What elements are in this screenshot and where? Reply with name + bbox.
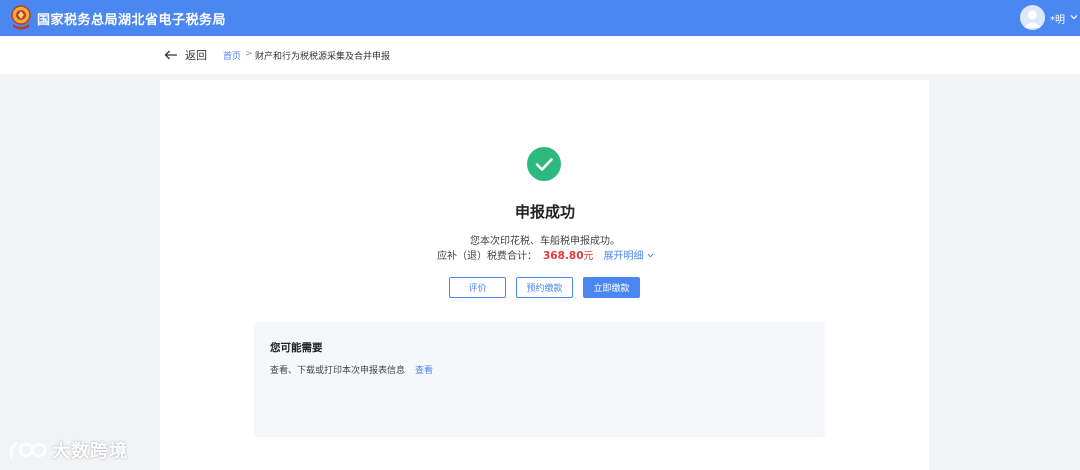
watermark: 大数跨境 [8, 437, 128, 463]
chevron-down-icon[interactable] [1070, 13, 1078, 21]
back-label: 返回 [185, 49, 207, 62]
result-description: 您本次印花税、车船税申报成功。 [470, 236, 620, 247]
top-header: 国家税务总局湖北省电子税务局 *明 [0, 0, 1080, 36]
tax-emblem-icon [11, 5, 31, 30]
back-button[interactable]: 返回 [164, 47, 207, 63]
breadcrumb-current: 财产和行为税税源采集及合并申报 [255, 52, 391, 62]
breadcrumb-separator: > [245, 49, 253, 59]
total-label: 应补（退）税费合计： [437, 251, 537, 262]
result-title: 申报成功 [514, 203, 575, 221]
watermark-logo-icon [9, 442, 47, 459]
suggestion-title: 您可能需要 [270, 342, 323, 354]
breadcrumb-home-link[interactable]: 首页 [223, 49, 241, 62]
expand-details-link[interactable]: 展开明细 [604, 247, 654, 262]
pay-now-button[interactable]: 立即缴款 [583, 277, 640, 298]
total-unit: 元 [583, 251, 594, 262]
check-circle-icon [527, 147, 561, 181]
chevron-down-icon [647, 253, 653, 258]
total-row: 应补（退）税费合计： 368.80 元 展开明细 [437, 247, 654, 262]
arrow-left-icon [164, 50, 177, 60]
expand-details-label: 展开明细 [603, 251, 644, 262]
site-title: 国家税务总局湖北省电子税务局 [37, 13, 227, 28]
reserve-payment-button[interactable]: 预约缴款 [516, 277, 573, 298]
suggestion-text: 查看、下载或打印本次申报表信息 [270, 366, 406, 376]
breadcrumb-bar: 返回 首页 > 财产和行为税税源采集及合并申报 [0, 36, 1080, 74]
view-declaration-link[interactable]: 查看 [415, 363, 433, 376]
total-amount: 368.80 [543, 250, 584, 262]
rate-button[interactable]: 评价 [449, 277, 506, 298]
user-name[interactable]: *明 [1050, 11, 1065, 26]
user-avatar-icon[interactable] [1020, 5, 1045, 30]
watermark-text: 大数跨境 [52, 441, 128, 462]
suggestion-panel: 您可能需要 查看、下载或打印本次申报表信息 查看 [254, 322, 825, 437]
